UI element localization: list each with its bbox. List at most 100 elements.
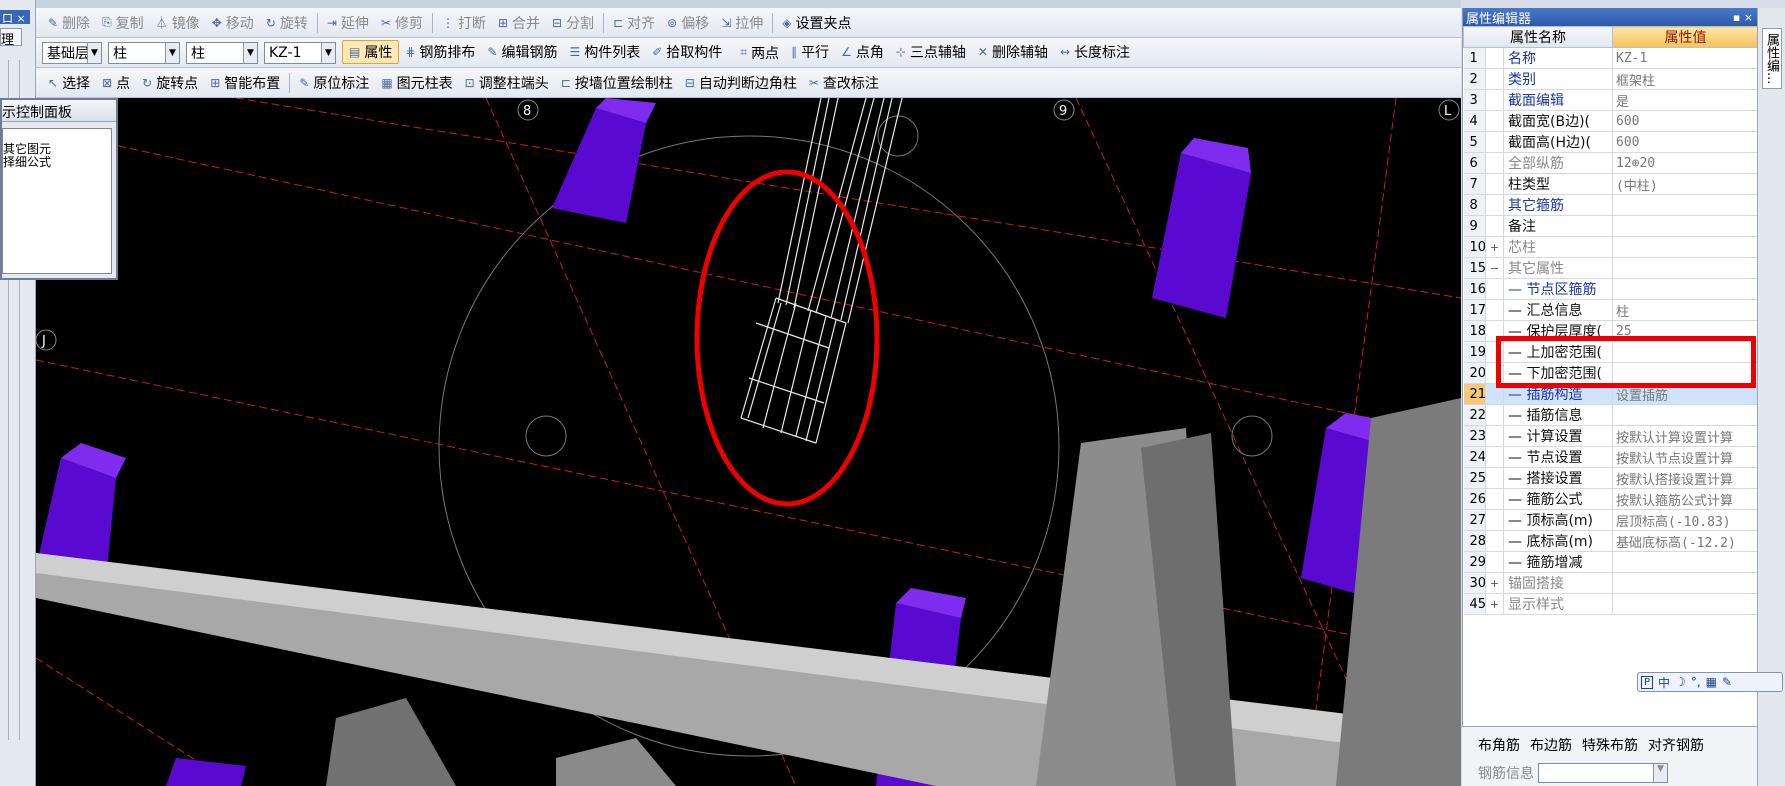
property-row[interactable]: 2 类别 框架柱 [1463, 68, 1759, 90]
control-panel-title[interactable]: 示控制面板 [2, 100, 116, 122]
ime-logo-icon[interactable]: P [1641, 675, 1654, 689]
toolbar-button[interactable]: ⊠ 点 [96, 71, 136, 95]
toolbar-button[interactable]: ↖ 选择 [42, 71, 96, 95]
property-value[interactable] [1612, 593, 1759, 615]
axis-bubble-j[interactable] [36, 329, 57, 351]
property-value[interactable]: 600 [1612, 131, 1759, 153]
ime-toolbar[interactable]: P 中 ☽ °, ▦ ✎ [1637, 672, 1783, 692]
toolbar-button[interactable]: ⌗ 两点 [734, 41, 785, 65]
left-dock-title[interactable]: 口 × [0, 10, 30, 25]
property-row[interactable]: 45 + 显示样式 [1463, 593, 1759, 615]
toolbar-button[interactable]: ⎘ 复制 [96, 11, 150, 35]
toolbar-button[interactable]: ⊹ 三点辅轴 [890, 40, 972, 64]
control-panel[interactable]: 示控制面板 其它图元 择细公式 [0, 98, 118, 280]
property-value[interactable]: 600 [1612, 110, 1759, 132]
expand-toggle[interactable] [1485, 152, 1504, 174]
left-dock-tab[interactable]: 理 [0, 28, 22, 48]
toolbar-button[interactable]: ✕ 删除辅轴 [972, 40, 1054, 64]
chevron-down-icon[interactable]: ▼ [321, 42, 335, 63]
toolbar-button[interactable]: ⊟ 分割 [546, 11, 600, 35]
property-row[interactable]: 10 + 芯柱 [1463, 236, 1759, 258]
toolbar-button[interactable]: ✂ 查改标注 [803, 71, 885, 95]
property-row[interactable]: 4 截面宽(B边)(600 [1463, 110, 1759, 132]
expand-toggle[interactable]: + [1485, 236, 1504, 258]
component-select[interactable]: KZ-1 ▼ [264, 41, 336, 64]
property-value[interactable]: 按默认计算设置计算 [1612, 425, 1759, 447]
toolbar-button[interactable]: ✎ 原位标注 [293, 71, 375, 95]
toolbar-button[interactable]: ⊞ 合并 [492, 11, 546, 35]
ime-moon-icon[interactable]: ☽ [1675, 675, 1686, 689]
property-value[interactable]: 按默认节点设置计算 [1612, 446, 1759, 468]
expand-toggle[interactable] [1485, 215, 1504, 237]
floor-select[interactable]: 基础层 ▼ [42, 41, 102, 64]
toolbar-button[interactable]: ◈ 设置夹点 [776, 11, 857, 35]
toolbar-button[interactable]: ▦ 图元柱表 [375, 71, 458, 95]
property-value[interactable]: 是 [1612, 89, 1759, 111]
align-rebar-button[interactable]: 对齐钢筋 [1648, 735, 1704, 755]
wall[interactable] [326, 698, 456, 786]
toolbar-button[interactable]: ⊟ 自动判断边角柱 [679, 71, 803, 95]
expand-toggle[interactable] [1485, 131, 1504, 153]
chevron-down-icon[interactable]: ▼ [87, 42, 101, 63]
property-row[interactable]: 8 其它箍筋 [1463, 194, 1759, 216]
special-rebar-button[interactable]: 特殊布筋 [1582, 735, 1638, 755]
property-value[interactable] [1612, 215, 1759, 237]
tab-property-editor[interactable]: 属性编... [1762, 28, 1782, 90]
ime-tools-icon[interactable]: ✎ [1722, 675, 1732, 689]
expand-toggle[interactable] [1485, 278, 1504, 300]
property-row[interactable]: 15− 其它属性 [1463, 257, 1759, 279]
subtype-select[interactable]: 柱 ▼ [186, 41, 258, 64]
property-value[interactable] [1612, 404, 1759, 426]
expand-toggle[interactable]: + [1485, 593, 1504, 615]
property-row[interactable]: 9 备注 [1463, 215, 1759, 237]
toolbar-button[interactable]: ✎ 编辑钢筋 [481, 40, 563, 64]
toolbar-button[interactable]: ✂ 修剪 [375, 11, 429, 35]
property-value[interactable]: 基础底标高(-12.2) [1612, 530, 1759, 552]
expand-toggle[interactable] [1485, 509, 1504, 531]
expand-toggle[interactable] [1485, 47, 1504, 69]
toolbar-button[interactable]: ↻ 旋转点 [136, 71, 204, 95]
control-panel-line[interactable]: 择细公式 [3, 156, 111, 169]
type-select[interactable]: 柱 ▼ [108, 41, 180, 64]
expand-toggle[interactable] [1485, 194, 1504, 216]
expand-toggle[interactable] [1485, 68, 1504, 90]
expand-toggle[interactable] [1485, 299, 1504, 321]
property-value[interactable]: 12⊕20 [1612, 152, 1759, 174]
chevron-down-icon[interactable]: ▼ [165, 42, 179, 63]
property-row[interactable]: 3 截面编辑是 [1463, 89, 1759, 111]
toolbar-button[interactable]: ↻ 旋转 [260, 11, 314, 35]
toolbar-button[interactable]: ✥ 移动 [206, 11, 260, 35]
property-row[interactable]: 22 — 插筋信息 [1463, 404, 1759, 426]
expand-toggle[interactable] [1485, 425, 1504, 447]
toolbar-button[interactable]: ⊡ 调整柱端头 [459, 71, 555, 95]
property-row[interactable]: 6 全部纵筋 12⊕20 [1463, 152, 1759, 174]
column[interactable] [1152, 138, 1251, 318]
property-value[interactable] [1612, 278, 1759, 300]
toolbar-button[interactable]: ⊚ 偏移 [661, 11, 715, 35]
expand-toggle[interactable] [1485, 488, 1504, 510]
property-value[interactable] [1612, 257, 1759, 279]
property-row[interactable]: 1 名称 KZ-1 [1463, 47, 1759, 69]
column[interactable] [552, 98, 656, 223]
column[interactable] [166, 758, 246, 786]
property-row[interactable]: 7 柱类型 (中柱) [1463, 173, 1759, 195]
toolbar-button[interactable]: ⏃ 镜像 [150, 11, 206, 35]
expand-toggle[interactable] [1485, 446, 1504, 468]
expand-toggle[interactable]: + [1485, 572, 1504, 594]
property-row[interactable]: 28 — 底标高(m) 基础底标高(-12.2) [1463, 530, 1759, 552]
edge-rebar-button[interactable]: 布边筋 [1530, 735, 1572, 755]
toolbar-button[interactable]: ⊏ 对齐 [607, 11, 661, 35]
property-value[interactable] [1612, 236, 1759, 258]
rebar-info-select[interactable]: ▼ [1538, 763, 1668, 783]
toolbar-button[interactable]: ⋕ 钢筋排布 [399, 40, 481, 64]
property-row[interactable]: 25 — 搭接设置 按默认搭接设置计算 [1463, 467, 1759, 489]
toolbar-button[interactable]: ∠ 点角 [835, 40, 890, 64]
property-value[interactable] [1612, 572, 1759, 594]
property-value[interactable]: 按默认搭接设置计算 [1612, 467, 1759, 489]
expand-toggle[interactable] [1485, 110, 1504, 132]
model-canvas[interactable]: 8 9 J L [36, 98, 1461, 786]
property-row[interactable]: 29 — 箍筋增减 [1463, 551, 1759, 573]
toolbar-button[interactable]: ⇲ 拉伸 [715, 11, 769, 35]
property-value[interactable]: 柱 [1612, 299, 1759, 321]
expand-toggle[interactable] [1485, 404, 1504, 426]
